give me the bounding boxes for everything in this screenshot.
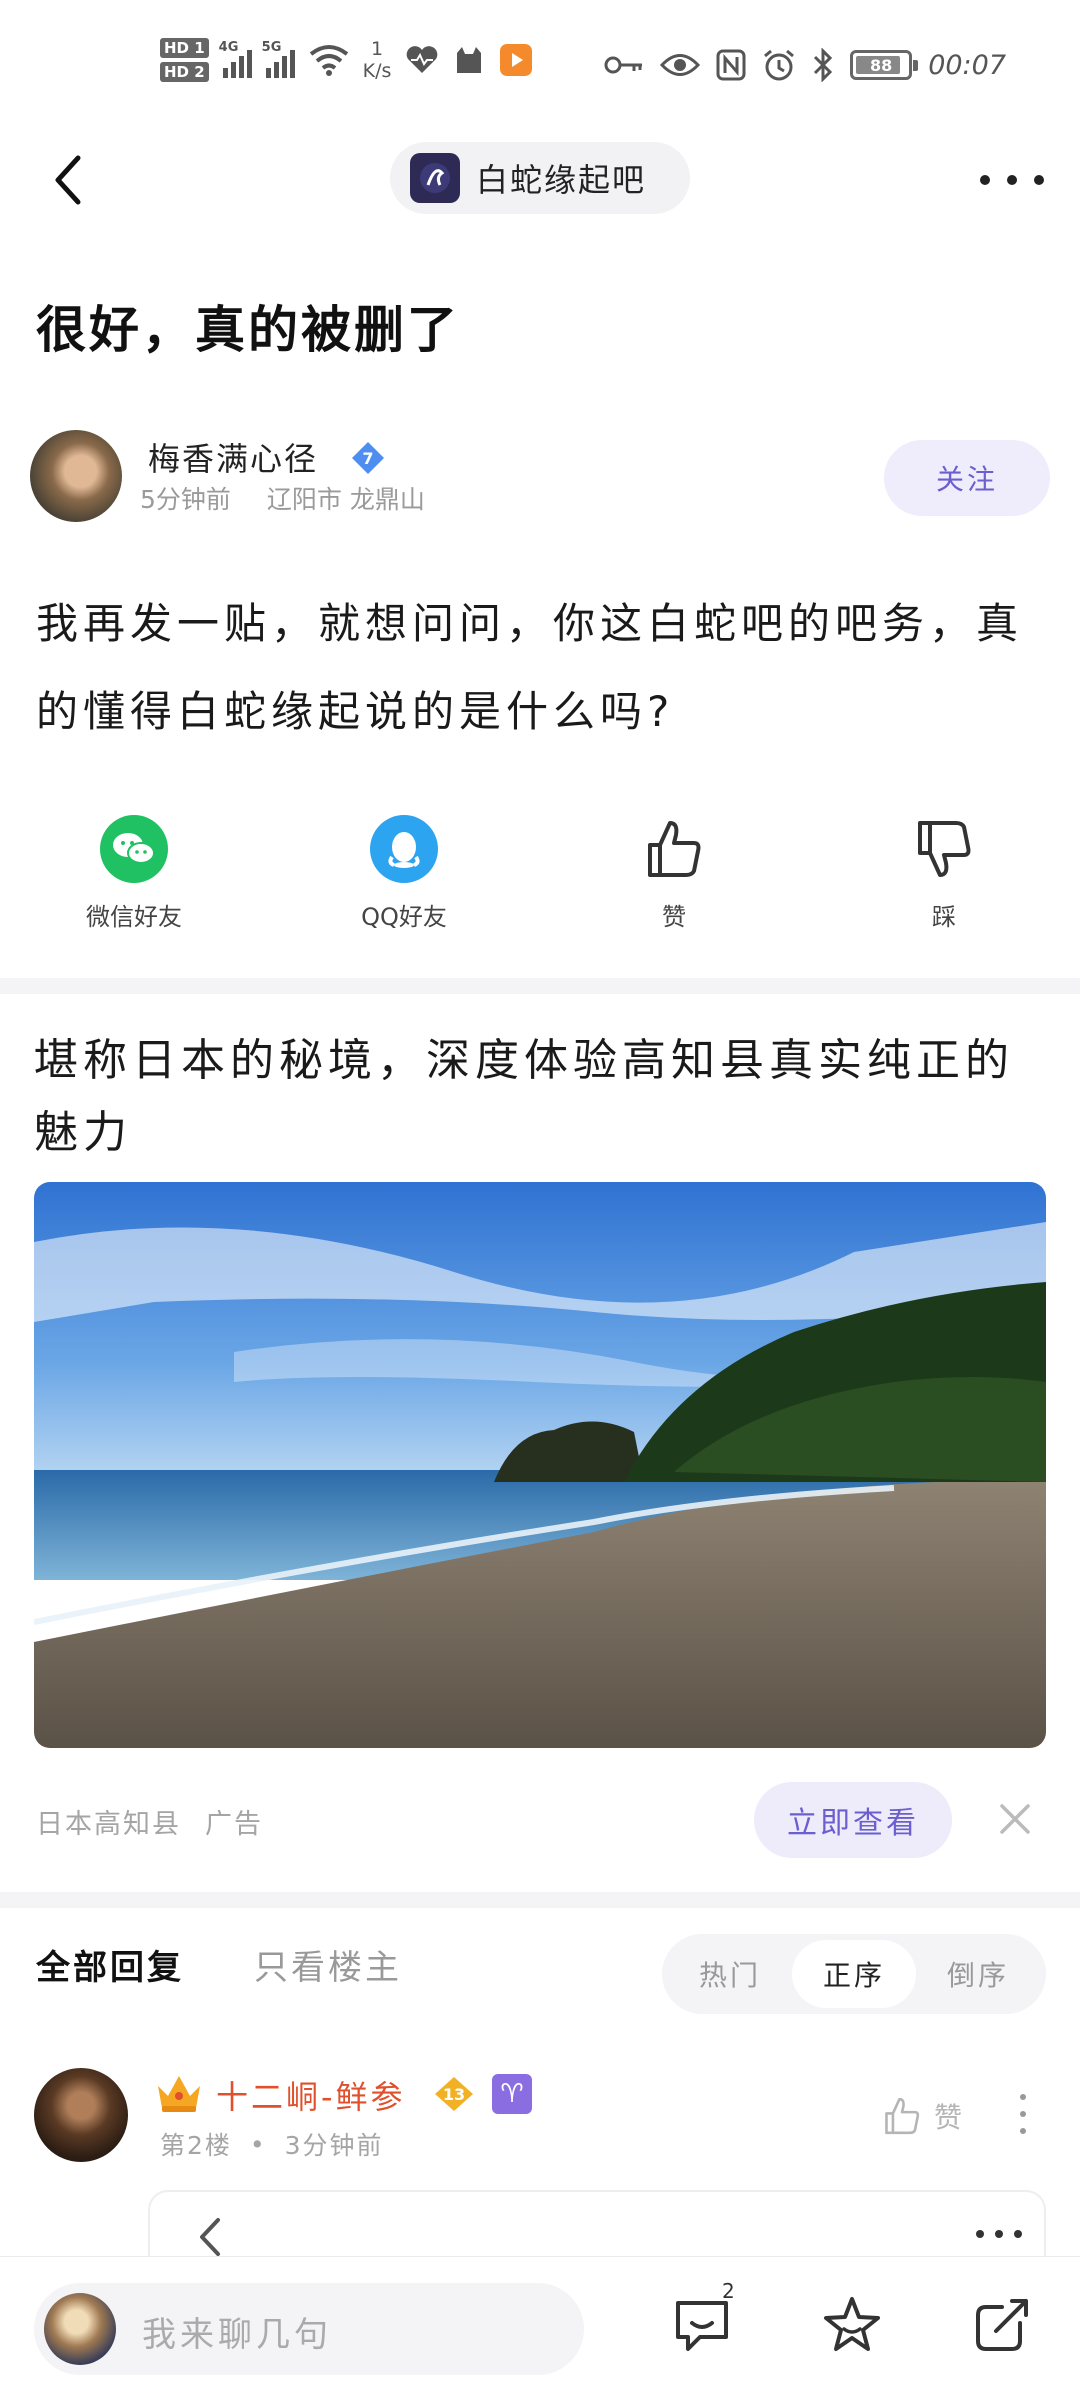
reply-like-button[interactable]: 赞	[880, 2094, 962, 2138]
hd-badge-2: HD 2	[160, 62, 209, 82]
sort-hot[interactable]: 热门	[668, 1940, 792, 2008]
share-qq-label: QQ好友	[361, 903, 447, 931]
aries-icon: ♈	[492, 2074, 532, 2114]
hd-badges: HD 1 HD 2	[160, 38, 209, 82]
reply-tabs: 全部回复 只看楼主	[36, 1940, 402, 1989]
post-body: 我再发一贴，就想问问，你这白蛇吧的吧务，真的懂得白蛇缘起说的是什么吗?	[36, 599, 1024, 736]
forum-pill[interactable]: 白蛇缘起吧	[390, 142, 690, 214]
bottom-bar: 我来聊几句 2	[0, 2256, 1080, 2400]
wifi-icon	[309, 45, 348, 76]
network-speed-unit: K/s	[362, 60, 392, 82]
reply-item: 十二峒-鲜参 13 ♈ 第2楼 • 3分钟前 赞	[34, 2066, 1046, 2310]
nav-bar: 白蛇缘起吧	[0, 130, 1080, 230]
ad-source: 日本高知县 广告	[36, 1802, 263, 1841]
sort-descending[interactable]: 倒序	[916, 1940, 1040, 2008]
follow-button[interactable]: 关注	[884, 440, 1050, 516]
reply-floor: 第2楼	[160, 2131, 232, 2160]
key-icon	[604, 56, 643, 74]
section-divider-2	[0, 1892, 1080, 1908]
star-icon[interactable]	[820, 2293, 884, 2357]
crown-icon	[158, 2076, 200, 2112]
dislike-label: 踩	[932, 903, 956, 931]
ad-view-button[interactable]: 立即查看	[754, 1782, 952, 1858]
comment-input[interactable]: 我来聊几句	[34, 2283, 584, 2375]
ad-title[interactable]: 堪称日本的秘境，深度体验高知县真实纯正的魅力	[34, 1025, 1044, 1169]
network-type-1: 4G	[218, 40, 239, 55]
reply-like-label: 赞	[934, 2101, 963, 2134]
health-heart-icon	[407, 46, 438, 73]
battery-level: 88	[870, 55, 893, 75]
comment-placeholder: 我来聊几句	[142, 2315, 332, 2355]
tab-owner-only[interactable]: 只看楼主	[254, 1940, 402, 1989]
battery-icon: 88	[850, 50, 919, 80]
reply-time: 3分钟前	[284, 2131, 384, 2160]
reply-meta: 第2楼 • 3分钟前	[160, 2126, 384, 2162]
system-indicators: 88 00:07	[604, 48, 1006, 82]
alarm-icon	[764, 49, 795, 81]
reply-level: 13	[442, 2084, 466, 2104]
sort-toggle: 热门 正序 倒序	[662, 1934, 1046, 2014]
like-button[interactable]: 赞	[584, 815, 764, 932]
comment-count: 2	[722, 2279, 735, 2303]
tab-all-replies[interactable]: 全部回复	[36, 1940, 184, 1989]
my-avatar	[44, 2293, 116, 2365]
network-indicators: HD 1 HD 2 4G 5G 1 K/s	[160, 38, 533, 82]
eye-icon	[660, 54, 701, 76]
signal-4g-icon: 4G	[219, 40, 252, 78]
reply-avatar[interactable]	[34, 2068, 128, 2162]
video-app-icon	[500, 44, 533, 76]
share-row: 微信好友 QQ好友 赞 踩	[0, 815, 1080, 945]
more-options-icon[interactable]	[976, 2230, 1022, 2238]
sort-ascending[interactable]: 正序	[792, 1940, 916, 2008]
forum-avatar	[410, 153, 460, 203]
author-avatar[interactable]	[30, 430, 122, 522]
like-label: 赞	[662, 903, 686, 931]
signal-5g-icon: 5G	[262, 40, 295, 78]
bluetooth-icon	[814, 48, 833, 82]
post-location: 辽阳市 龙鼎山	[266, 485, 425, 514]
share-wechat-label: 微信好友	[86, 903, 182, 931]
back-arrow-icon[interactable]	[190, 2212, 230, 2262]
close-ad-icon[interactable]	[996, 1800, 1034, 1838]
author-meta: 5分钟前 辽阳市 龙鼎山	[140, 480, 425, 516]
network-speed: 1 K/s	[363, 38, 392, 82]
thumbs-up-icon	[648, 821, 701, 877]
thumbs-down-icon	[918, 821, 971, 877]
hd-badge-1: HD 1	[160, 38, 209, 58]
status-bar: HD 1 HD 2 4G 5G 1 K/s 88 00:07	[0, 0, 1080, 130]
reply-meta-dot: •	[249, 2129, 267, 2159]
author-name[interactable]: 梅香满心径	[148, 434, 318, 480]
ad-image[interactable]	[34, 1182, 1046, 1748]
post-time: 5分钟前	[140, 485, 231, 514]
snake-logo-icon	[420, 163, 450, 193]
post-title: 很好，真的被删了	[36, 301, 460, 359]
reply-more-icon[interactable]	[1018, 2094, 1028, 2134]
post-author: 梅香满心径 7 5分钟前 辽阳市 龙鼎山 关注	[30, 430, 1050, 530]
thumbs-up-icon	[885, 2097, 920, 2135]
author-level-badge: 7	[350, 440, 386, 476]
network-speed-value: 1	[371, 38, 384, 60]
section-divider	[0, 978, 1080, 994]
reply-level-badge: 13	[434, 2076, 474, 2112]
dislike-button[interactable]: 踩	[854, 815, 1034, 932]
cat-app-icon	[457, 47, 482, 73]
qq-icon	[370, 815, 438, 883]
forum-name: 白蛇缘起吧	[476, 161, 647, 199]
share-icon[interactable]	[970, 2293, 1034, 2357]
nfc-icon	[716, 49, 746, 81]
network-type-2: 5G	[261, 40, 282, 55]
author-level: 7	[362, 448, 374, 468]
back-arrow-icon[interactable]	[40, 150, 100, 210]
clock: 00:07	[928, 49, 1006, 81]
ad-source-name: 日本高知县	[36, 1809, 181, 1840]
share-wechat-button[interactable]: 微信好友	[44, 815, 224, 932]
share-qq-button[interactable]: QQ好友	[314, 815, 494, 932]
reply-username[interactable]: 十二峒-鲜参	[216, 2072, 406, 2118]
ad-tag: 广告	[205, 1809, 263, 1840]
more-options-icon[interactable]	[980, 160, 1044, 200]
wechat-icon	[100, 815, 168, 883]
